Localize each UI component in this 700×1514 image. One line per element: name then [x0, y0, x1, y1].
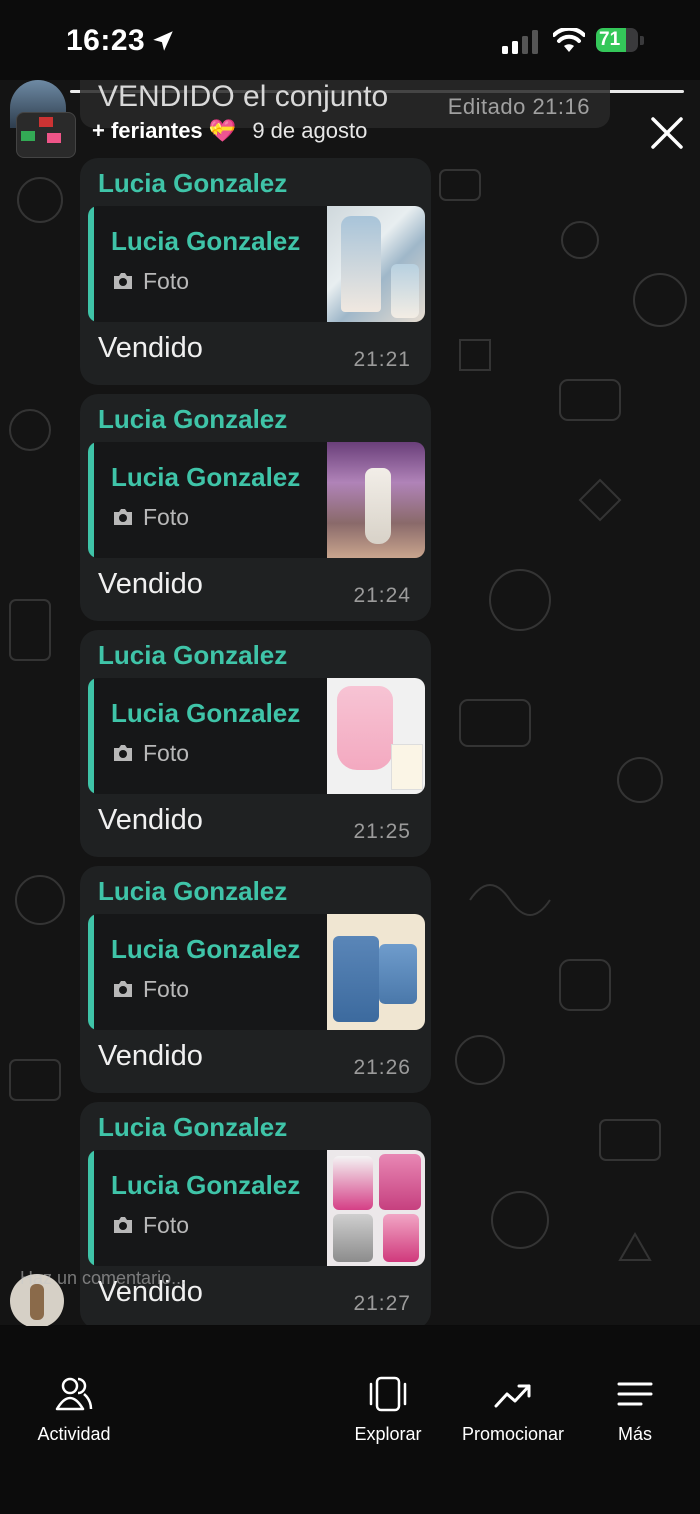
quote-accent-bar — [88, 442, 94, 558]
jeans-shape — [333, 936, 379, 1022]
quoted-sender: Lucia Gonzalez — [111, 462, 301, 492]
story-date: 9 de agosto — [252, 118, 368, 143]
heart-emoji: 💝 — [208, 118, 237, 143]
quoted-sender: Lucia Gonzalez — [111, 934, 301, 964]
photo-thumbnail[interactable] — [327, 442, 425, 558]
nav-label: Promocionar — [461, 1424, 565, 1444]
quote-accent-bar — [88, 206, 94, 322]
message-time: 21:21 — [353, 348, 411, 371]
group-info[interactable]: + feriantes 💝 9 de agosto — [92, 118, 367, 144]
quoted-type: Foto — [143, 976, 190, 1002]
quoted-type: Foto — [143, 740, 190, 766]
quoted-sender: Lucia Gonzalez — [111, 226, 301, 256]
outfit-shape-4 — [383, 1214, 419, 1262]
outfit-shape — [333, 1156, 373, 1210]
outfit-shape-3 — [333, 1214, 373, 1262]
battery-cap — [640, 36, 644, 45]
avatar-figure — [30, 1284, 44, 1320]
group-avatar[interactable] — [10, 80, 76, 158]
photo-thumbnail[interactable] — [327, 1150, 425, 1266]
photo-thumbnail[interactable] — [327, 206, 425, 322]
camera-icon — [114, 509, 132, 525]
message-bubble[interactable]: Lucia Gonzalez Lucia Gonzalez Foto Vendi… — [80, 394, 431, 621]
message-text: Vendido — [98, 804, 203, 836]
dress-shape — [337, 686, 393, 770]
battery-percent: 71 — [599, 29, 621, 50]
group-name: + feriantes — [92, 118, 203, 143]
explore-icon — [369, 1376, 407, 1412]
clock: 16:23 — [66, 24, 146, 57]
quote-accent-bar — [88, 1150, 94, 1266]
story-caption: VENDIDO el conjunto — [98, 80, 389, 113]
dress-shape — [365, 468, 391, 544]
status-bar: 16:23 71 — [0, 0, 700, 80]
bottom-toolbar: Actividad Explorar Promocionar Más — [0, 1326, 700, 1514]
nav-label: Explorar — [354, 1424, 422, 1444]
camera-icon — [114, 981, 132, 997]
nav-actividad[interactable]: Actividad — [30, 1376, 118, 1445]
battery-indicator: 71 — [596, 28, 646, 54]
nav-explorar[interactable]: Explorar — [346, 1376, 430, 1445]
photo-thumbnail[interactable] — [327, 678, 425, 794]
quoted-type: Foto — [143, 268, 190, 294]
outfit-shape-2 — [379, 1154, 421, 1210]
trending-icon — [494, 1384, 531, 1408]
quote-accent-bar — [88, 678, 94, 794]
dress-shape — [341, 216, 381, 312]
quoted-sender: Lucia Gonzalez — [111, 698, 301, 728]
comment-input[interactable]: Haz un comentario... — [20, 1268, 186, 1289]
avatar-photo-bottom — [16, 112, 76, 158]
story-view[interactable]: VENDIDO el conjunto Editado 21:16 + feri… — [0, 80, 700, 1325]
jeans-shape-2 — [379, 944, 417, 1004]
location-arrow-icon — [153, 31, 173, 51]
menu-icon — [617, 1382, 653, 1406]
message-bubble[interactable]: Lucia Gonzalez Lucia Gonzalez Foto Vendi… — [80, 158, 431, 385]
nav-mas[interactable]: Más — [610, 1376, 660, 1445]
nav-label: Más — [617, 1424, 652, 1444]
nav-label: Actividad — [37, 1424, 111, 1444]
people-icon — [55, 1377, 93, 1411]
message-bubble[interactable]: Lucia Gonzalez Lucia Gonzalez Foto Vendi… — [80, 630, 431, 857]
camera-icon — [114, 273, 132, 289]
message-bubble[interactable]: Lucia Gonzalez Lucia Gonzalez Foto Vendi… — [80, 866, 431, 1093]
quoted-type: Foto — [143, 504, 190, 530]
price-card — [391, 744, 423, 790]
message-sender: Lucia Gonzalez — [98, 404, 288, 434]
message-sender: Lucia Gonzalez — [98, 876, 288, 906]
message-sender: Lucia Gonzalez — [98, 168, 288, 198]
message-sender: Lucia Gonzalez — [98, 640, 288, 670]
quote-accent-bar — [88, 914, 94, 1030]
edited-label: Editado 21:16 — [447, 94, 590, 119]
camera-icon — [114, 745, 132, 761]
cellular-signal-icon — [502, 30, 538, 54]
camera-icon — [114, 1217, 132, 1233]
quoted-type: Foto — [143, 1212, 190, 1238]
message-time: 21:26 — [353, 1056, 411, 1079]
wifi-icon — [553, 28, 585, 52]
close-icon[interactable] — [648, 114, 686, 152]
message-time: 21:24 — [353, 584, 411, 607]
message-time: 21:25 — [353, 820, 411, 843]
photo-thumbnail[interactable] — [327, 914, 425, 1030]
message-text: Vendido — [98, 332, 203, 364]
quoted-sender: Lucia Gonzalez — [111, 1170, 301, 1200]
message-sender: Lucia Gonzalez — [98, 1112, 288, 1142]
message-text: Vendido — [98, 568, 203, 600]
nav-promocionar[interactable]: Promocionar — [455, 1376, 571, 1445]
comment-bar[interactable]: Haz un comentario... — [0, 1268, 700, 1328]
message-text: Vendido — [98, 1040, 203, 1072]
dress-shape-small — [391, 264, 419, 318]
